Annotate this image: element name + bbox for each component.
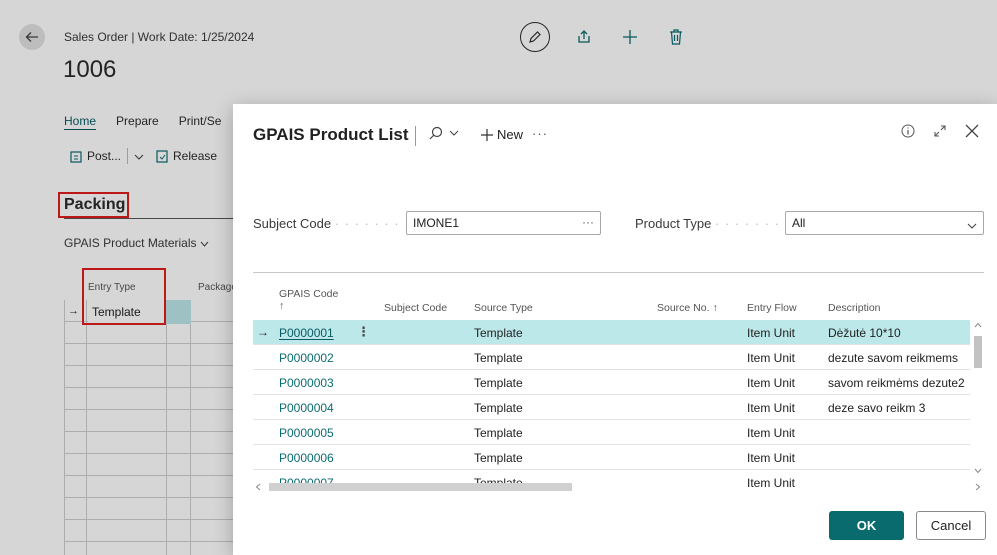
horizontal-scrollbar[interactable] (253, 481, 983, 493)
table-row[interactable]: → P0000001 ⋮ Template Item Unit Dėžutė 1… (253, 320, 970, 345)
list-divider (253, 272, 984, 273)
gpais-code-cell[interactable]: P0000001 (279, 326, 334, 340)
scrollbar-thumb[interactable] (269, 483, 572, 491)
product-type-label: Product Type · · · · · · · · (635, 216, 790, 231)
table-row[interactable]: P0000002 Template Item Unit dezute savom… (253, 345, 970, 370)
entry-flow-cell: Item Unit (747, 351, 796, 365)
entry-flow-cell: Item Unit (747, 326, 796, 340)
lookup-button[interactable]: ··· (582, 215, 594, 229)
sort-ascending-icon: ↑ (279, 300, 285, 312)
expand-button[interactable] (933, 124, 947, 141)
new-button[interactable]: New (481, 127, 523, 142)
table-row[interactable]: P0000006 Template Item Unit (253, 445, 970, 470)
chevron-right-icon (975, 483, 981, 491)
new-button-label: New (497, 127, 524, 142)
subject-code-value: IMONE1 (413, 216, 460, 230)
search-icon (429, 126, 443, 140)
column-header-gpais-code[interactable]: GPAIS Code ↑ (279, 288, 338, 312)
dialog-title: GPAIS Product List (253, 125, 409, 144)
plus-icon (481, 128, 493, 141)
column-header-entry-flow[interactable]: Entry Flow (747, 302, 797, 314)
cancel-button[interactable]: Cancel (916, 511, 986, 540)
table-row[interactable]: P0000004 Template Item Unit deze savo re… (253, 395, 970, 420)
gpais-product-list-dialog: GPAIS Product List New ··· Subject Code … (233, 104, 997, 555)
column-header-description[interactable]: Description (828, 302, 881, 314)
product-type-select[interactable]: All (785, 211, 984, 235)
chevron-down-icon (449, 130, 459, 136)
row-menu-button[interactable]: ⋮ (357, 324, 370, 340)
close-button[interactable] (965, 124, 979, 141)
info-icon (901, 124, 915, 138)
gpais-code-cell[interactable]: P0000005 (279, 426, 334, 440)
more-options-button[interactable]: ··· (532, 126, 548, 141)
close-icon (965, 124, 979, 138)
gpais-code-cell[interactable]: P0000004 (279, 401, 334, 415)
expand-icon (934, 125, 946, 137)
column-header-subject-code[interactable]: Subject Code (384, 302, 447, 314)
arrow-right-icon: → (257, 325, 269, 339)
product-type-value: All (792, 216, 806, 230)
column-header-source-no[interactable]: Source No. ↑ (657, 302, 718, 314)
table-row[interactable]: P0000005 Template Item Unit (253, 420, 970, 445)
gpais-code-cell[interactable]: P0000006 (279, 451, 334, 465)
source-type-cell: Template (474, 351, 523, 365)
column-header-source-type[interactable]: Source Type (474, 302, 533, 314)
vertical-scrollbar[interactable] (973, 320, 983, 480)
source-type-cell: Template (474, 401, 523, 415)
product-list-table: GPAIS Code ↑ Subject Code Source Type So… (253, 280, 985, 492)
dialog-window-controls (901, 124, 979, 141)
subject-code-label: Subject Code · · · · · · · · · (253, 216, 420, 231)
entry-flow-cell: Item Unit (747, 426, 796, 440)
table-row[interactable]: P0000003 Template Item Unit savom reikmė… (253, 370, 970, 395)
chevron-left-icon (255, 483, 261, 491)
title-divider (415, 126, 416, 146)
source-type-cell: Template (474, 376, 523, 390)
description-cell: Dėžutė 10*10 (828, 326, 901, 340)
column-header-gpais-code-label: GPAIS Code (279, 288, 339, 300)
gpais-code-cell[interactable]: P0000002 (279, 351, 334, 365)
gpais-code-cell[interactable]: P0000003 (279, 376, 334, 390)
description-cell: savom reikmėms dezute2 (828, 376, 965, 390)
chevron-down-icon (974, 468, 982, 474)
entry-flow-cell: Item Unit (747, 376, 796, 390)
chevron-down-icon (967, 218, 977, 232)
source-type-cell: Template (474, 451, 523, 465)
subject-code-field[interactable]: IMONE1 ··· (406, 211, 601, 235)
ok-button[interactable]: OK (829, 511, 904, 540)
source-type-cell: Template (474, 426, 523, 440)
description-cell: deze savo reikm 3 (828, 401, 926, 415)
description-cell: dezute savom reikmems (828, 351, 959, 365)
label-dots: · · · · · · · · (715, 216, 790, 231)
source-type-cell: Template (474, 326, 523, 340)
entry-flow-cell: Item Unit (747, 451, 796, 465)
product-type-label-text: Product Type (635, 216, 712, 231)
search-button[interactable] (429, 126, 459, 140)
info-button[interactable] (901, 124, 915, 141)
scrollbar-thumb[interactable] (974, 336, 982, 368)
entry-flow-cell: Item Unit (747, 401, 796, 415)
chevron-up-icon (974, 322, 982, 328)
subject-code-label-text: Subject Code (253, 216, 332, 231)
filter-area: Subject Code · · · · · · · · · IMONE1 ··… (233, 168, 997, 268)
